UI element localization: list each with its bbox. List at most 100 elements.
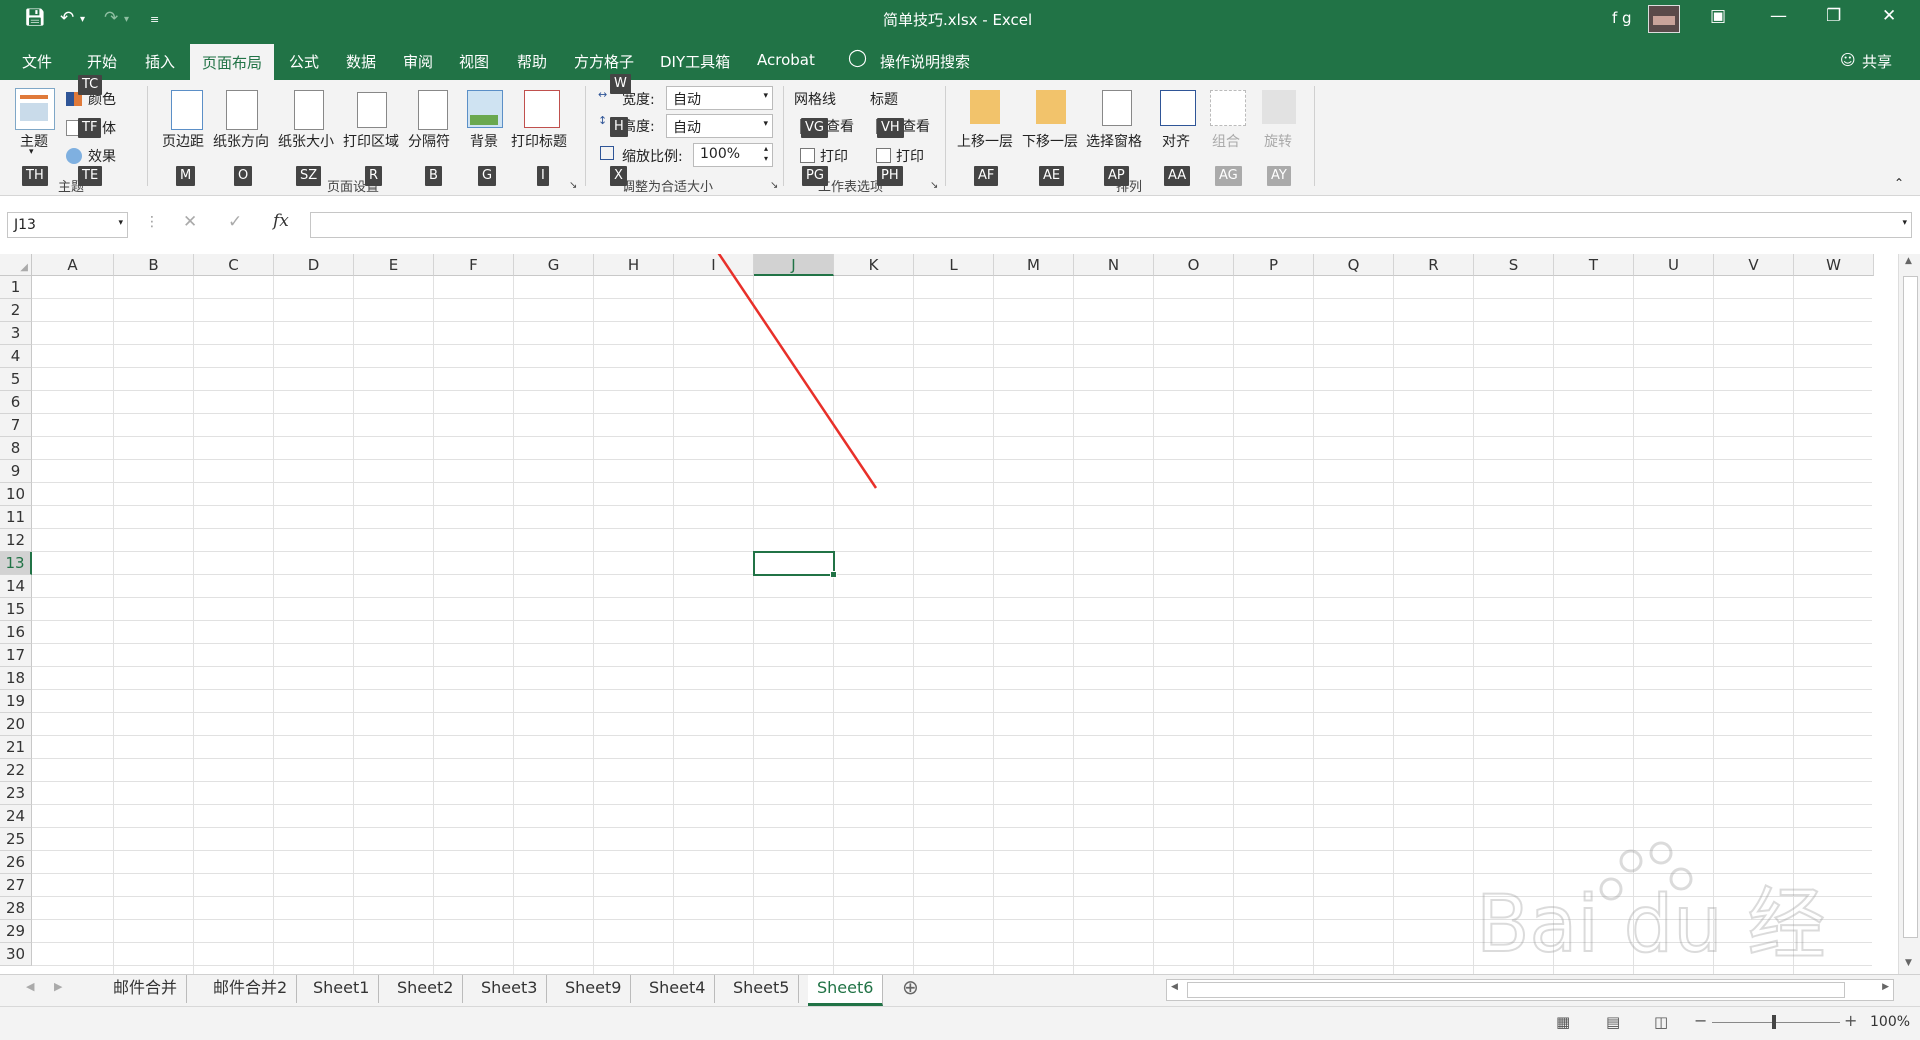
group-separator: [147, 86, 148, 186]
print-titles-icon[interactable]: [524, 90, 560, 128]
zoom-slider-thumb[interactable]: [1772, 1015, 1776, 1029]
scroll-left-icon[interactable]: ◀: [1171, 982, 1178, 992]
tab-file[interactable]: 文件: [22, 51, 52, 72]
themes-icon[interactable]: [15, 88, 55, 130]
sheet-tab-5[interactable]: Sheet3: [472, 975, 548, 1003]
tab-acrobat[interactable]: Acrobat: [757, 51, 815, 69]
formula-input[interactable]: ▾: [310, 212, 1912, 238]
effects-icon[interactable]: [66, 148, 82, 164]
expand-formula-icon[interactable]: ▾: [1902, 218, 1907, 228]
group-button: 组合: [1212, 134, 1240, 150]
undo-dropdown-icon[interactable]: ▾: [80, 14, 85, 25]
customize-qat-icon[interactable]: ≡: [150, 13, 159, 26]
spinner-arrows-icon[interactable]: ▴ ▾: [764, 144, 768, 164]
sheet-tab-9[interactable]: Sheet6: [808, 975, 884, 1006]
bring-forward-icon[interactable]: [970, 90, 1000, 124]
tab-data[interactable]: 数据: [346, 51, 376, 72]
undo-icon[interactable]: ↶: [60, 8, 74, 28]
align-button[interactable]: 对齐: [1162, 131, 1190, 151]
scale-launcher-icon[interactable]: ↘: [770, 180, 778, 191]
zoom-slider[interactable]: [1712, 1015, 1840, 1029]
user-name[interactable]: f g: [1612, 9, 1632, 27]
send-backward-icon[interactable]: [1036, 90, 1066, 124]
sheet-tab-3[interactable]: Sheet1: [304, 975, 380, 1003]
tab-page-layout[interactable]: 页面布局: [190, 44, 275, 80]
next-sheet-icon[interactable]: ▶: [54, 980, 62, 993]
sheet-tab-1[interactable]: 邮件合并: [104, 975, 188, 1003]
print-area-icon[interactable]: [357, 92, 387, 128]
group-label-scale-to-fit: 调整为合适大小: [622, 180, 714, 195]
breaks-icon[interactable]: [418, 90, 448, 130]
width-dropdown[interactable]: 自动 ▾: [666, 86, 773, 110]
themes-dropdown-icon[interactable]: ▾: [29, 147, 34, 157]
tell-me-search[interactable]: 操作说明搜索: [880, 51, 970, 72]
worksheet-grid[interactable]: ◢ ABCDEFGHIJKLMNOPQRSTUVW 1 2 3 4 5 6 7 8 9 10 11 1…: [0, 254, 1920, 976]
themes-button[interactable]: 主题: [20, 131, 48, 151]
orientation-icon[interactable]: [226, 90, 258, 130]
chevron-down-icon: ▾: [763, 119, 768, 129]
prev-sheet-icon[interactable]: ◀: [26, 980, 34, 993]
insert-function-button[interactable]: fx: [273, 211, 289, 231]
chevron-down-icon[interactable]: ▾: [118, 218, 123, 228]
background-button[interactable]: 背景: [470, 131, 498, 151]
margins-icon[interactable]: [171, 90, 203, 130]
orientation-button[interactable]: 纸张方向: [213, 131, 269, 151]
effects-button[interactable]: 效果: [88, 146, 116, 166]
restore-icon[interactable]: ❐: [1826, 6, 1841, 26]
keytip-breaks: B: [425, 166, 442, 186]
user-avatar[interactable]: [1648, 5, 1680, 33]
minimize-icon[interactable]: —: [1770, 6, 1787, 26]
height-dropdown[interactable]: 自动 ▾: [666, 114, 773, 138]
page-layout-view-icon[interactable]: ▤: [1606, 1013, 1620, 1031]
print-area-button[interactable]: 打印区域: [343, 131, 399, 151]
scale-spinner[interactable]: 100% ▴ ▾: [693, 143, 773, 167]
selection-pane-icon[interactable]: [1102, 90, 1132, 126]
tab-fangfang[interactable]: 方方格子: [574, 51, 634, 72]
scroll-thumb[interactable]: [1187, 982, 1845, 998]
tab-view[interactable]: 视图: [459, 51, 489, 72]
tab-insert[interactable]: 插入: [145, 51, 175, 72]
size-icon[interactable]: [294, 90, 324, 130]
sheet-tab-8[interactable]: Sheet5: [724, 975, 800, 1003]
background-icon[interactable]: [467, 90, 503, 128]
tab-diy-tools[interactable]: DIY工具箱: [660, 51, 730, 72]
send-backward-button[interactable]: 下移一层: [1022, 131, 1078, 151]
collapse-ribbon-icon[interactable]: ⌃: [1894, 176, 1904, 190]
normal-view-icon[interactable]: ▦: [1556, 1013, 1570, 1031]
page-setup-launcher-icon[interactable]: ↘: [569, 180, 577, 191]
headings-print-checkbox[interactable]: [876, 148, 891, 163]
tab-home[interactable]: 开始: [87, 51, 117, 72]
add-sheet-icon[interactable]: ⊕: [902, 975, 919, 999]
horizontal-scrollbar[interactable]: ◀ ▶: [1166, 979, 1894, 1001]
page-break-view-icon[interactable]: ◫: [1654, 1013, 1668, 1031]
align-icon[interactable]: [1160, 90, 1196, 126]
ribbon-display-icon[interactable]: ▣: [1710, 6, 1726, 26]
scroll-right-icon[interactable]: ▶: [1882, 982, 1889, 992]
name-box[interactable]: J13 ▾: [7, 212, 128, 238]
tab-formulas[interactable]: 公式: [289, 51, 319, 72]
close-icon[interactable]: ✕: [1882, 6, 1896, 26]
size-button[interactable]: 纸张大小: [278, 131, 334, 151]
selection-pane-button[interactable]: 选择窗格: [1086, 131, 1142, 151]
save-icon[interactable]: 💾︎: [24, 8, 46, 28]
sheet-tab-6[interactable]: Sheet9: [556, 975, 632, 1003]
share-button[interactable]: 共享: [1862, 51, 1892, 72]
rotate-icon: [1262, 90, 1296, 124]
margins-button[interactable]: 页边距: [162, 131, 204, 151]
gridlines-print-checkbox[interactable]: [800, 148, 815, 163]
sheet-options-launcher-icon[interactable]: ↘: [930, 180, 938, 191]
sheet-tab-4[interactable]: Sheet2: [388, 975, 464, 1003]
keytip-size: SZ: [296, 166, 322, 186]
breaks-button[interactable]: 分隔符: [408, 131, 450, 151]
print-titles-button[interactable]: 打印标题: [511, 131, 567, 151]
tab-help[interactable]: 帮助: [517, 51, 547, 72]
svg-text:Bai du 经验: Bai du 经验: [1476, 880, 1826, 970]
tab-review[interactable]: 审阅: [403, 51, 433, 72]
zoom-in-icon[interactable]: +: [1844, 1011, 1857, 1030]
gridlines-label: 网格线: [794, 92, 836, 108]
bring-forward-button[interactable]: 上移一层: [957, 131, 1013, 151]
zoom-out-icon[interactable]: −: [1694, 1011, 1707, 1030]
sheet-tab-2[interactable]: 邮件合并2: [204, 975, 298, 1003]
sheet-tab-7[interactable]: Sheet4: [640, 975, 716, 1003]
zoom-level[interactable]: 100%: [1870, 1014, 1910, 1030]
